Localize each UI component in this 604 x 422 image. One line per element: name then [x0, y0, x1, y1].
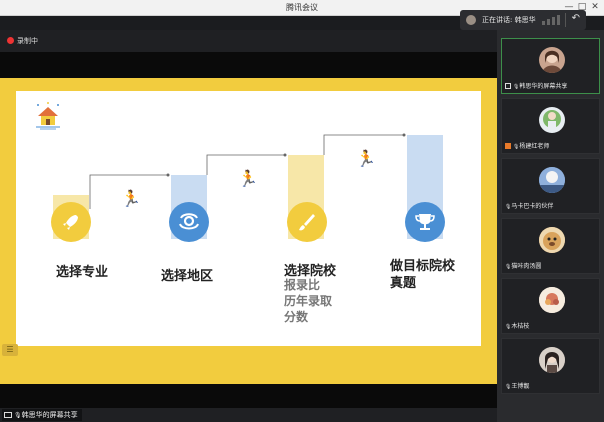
participant-name: 🎙杨建红老师 [505, 141, 549, 150]
close-button[interactable]: ✕ [588, 1, 602, 14]
step-title-4-line2: 真题 [390, 276, 417, 291]
avatar-image [542, 50, 562, 73]
avatar-image [539, 347, 565, 373]
signal-icon [542, 15, 560, 25]
slide-content: 🏃 🏃 🏃 选择专业 选择地区 选择院校 报录比 历年录取 分数 做目标院校 真… [16, 91, 481, 346]
trophy-icon [415, 214, 435, 230]
avatar-image [543, 110, 561, 129]
menu-icon[interactable]: ☰ [2, 344, 18, 356]
recording-label: 录制中 [17, 37, 38, 45]
host-badge-icon [505, 143, 511, 149]
participant-tile[interactable]: 🎙王博靓 [501, 338, 600, 394]
record-dot-icon [7, 37, 14, 44]
runner-icon: 🏃 [356, 149, 376, 168]
avatar [539, 347, 565, 373]
avatar [539, 107, 565, 133]
step-title-2: 选择地区 [161, 269, 214, 284]
back-arrow-icon[interactable]: ↶ [572, 13, 580, 24]
speaker-name: 韩思华 [514, 16, 536, 24]
participant-name: 🎙木桔枝 [505, 323, 530, 330]
avatar [539, 167, 565, 193]
step-title-1: 选择专业 [56, 265, 109, 280]
screen-share-icon [4, 412, 12, 418]
participant-name: 🎙韩思华的屏幕共享 [505, 81, 567, 90]
speaking-indicator: 正在讲话: 韩思华 ↶ [460, 10, 586, 30]
participant-name: 🎙马卡巴卡的伙伴 [505, 203, 554, 210]
letterbox-top [0, 52, 497, 78]
slide: 🏃 🏃 🏃 选择专业 选择地区 选择院校 报录比 历年录取 分数 做目标院校 真… [0, 78, 497, 384]
step-subtitle-line: 历年录取 [284, 294, 333, 308]
step-circle-4 [405, 202, 445, 242]
participant-tile[interactable]: 🎙猫咔肉汤圆 [501, 218, 600, 274]
participant-tile[interactable]: 🎙韩思华的屏幕共享 [501, 38, 600, 94]
avatar [539, 47, 565, 73]
speaker-avatar-icon [466, 15, 476, 25]
avatar-image [539, 167, 565, 193]
avatar-image [539, 227, 565, 253]
speaking-text: 正在讲话: 韩思华 [482, 15, 536, 25]
mic-icon: 🎙 [14, 412, 22, 419]
participant-tile[interactable]: 🎙木桔枝 [501, 278, 600, 334]
participant-name: 🎙王博靓 [505, 383, 530, 390]
runner-icon: 🏃 [121, 189, 141, 208]
screen-share-icon [505, 83, 511, 89]
step-circle-1 [51, 202, 91, 242]
step-circle-2 [169, 202, 209, 242]
recording-badge[interactable]: 录制中 [7, 36, 38, 48]
step-subtitle-line: 分数 [284, 310, 309, 324]
avatar [539, 227, 565, 253]
divider [565, 13, 566, 27]
participant-tile[interactable]: 🎙杨建红老师 [501, 98, 600, 154]
share-name-tag: 🎙韩思华的屏幕共享 [2, 409, 82, 421]
avatar-image [539, 287, 565, 313]
runner-icon: 🏃 [238, 169, 258, 188]
share-label-text: 韩思华的屏幕共享 [21, 411, 78, 419]
brush-icon [299, 214, 315, 231]
participant-name: 🎙猫咔肉汤圆 [505, 263, 542, 270]
step-subtitle-line: 报录比 [284, 278, 321, 292]
avatar [539, 287, 565, 313]
location-icon [179, 213, 199, 230]
participant-tile[interactable]: 🎙马卡巴卡的伙伴 [501, 158, 600, 214]
participant-list: 🎙韩思华的屏幕共享 🎙杨建红老师 🎙马卡巴卡的伙伴 🎙猫咔肉汤圆 🎙木桔枝 🎙王… [497, 30, 604, 422]
shared-screen: 录制中 🏃 🏃 🏃 选择专业 选择地区 选择院校 报录比 历年录取 分数 做目标… [0, 30, 497, 422]
rocket-icon [63, 215, 78, 230]
step-circle-3 [287, 202, 327, 242]
letterbox-bottom [0, 384, 497, 408]
speaking-label: 正在讲话: [482, 16, 513, 24]
